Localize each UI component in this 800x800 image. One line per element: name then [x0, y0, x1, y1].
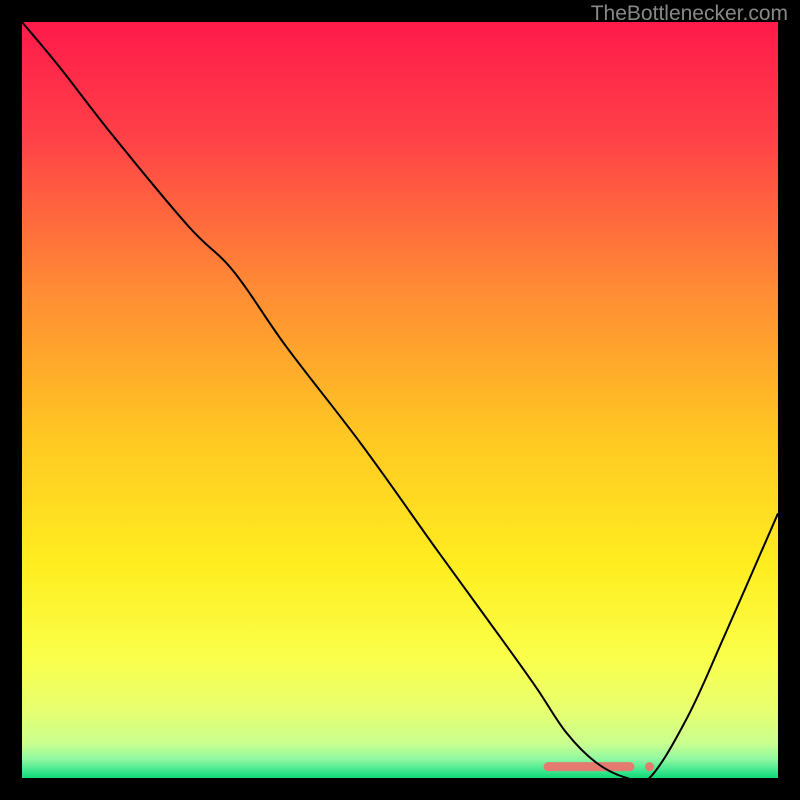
chart-container: TheBottlenecker.com: [0, 0, 800, 800]
watermark-text: TheBottlenecker.com: [591, 2, 788, 26]
highlight-bar: [544, 762, 635, 771]
highlight-dot: [645, 762, 654, 771]
plot-area: [22, 22, 778, 778]
gradient-background: [22, 22, 778, 778]
chart-svg: [22, 22, 778, 778]
